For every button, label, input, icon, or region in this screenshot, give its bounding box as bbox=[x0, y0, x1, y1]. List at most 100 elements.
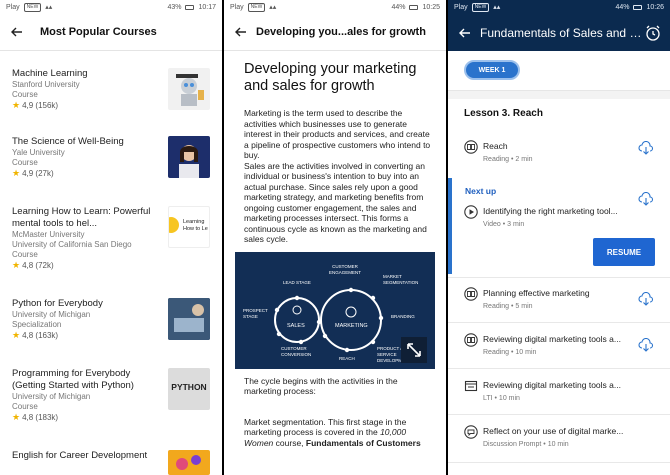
article-body: Developing your marketing and sales for … bbox=[224, 51, 446, 448]
course-item[interactable]: Learning How to Learn: Powerful mental t… bbox=[12, 206, 210, 271]
reading-screen: Play NEW ▴▴ 44% 10:25 Developing you...a… bbox=[224, 0, 446, 475]
page-title: Developing you...ales for growth bbox=[256, 26, 426, 38]
lesson-item[interactable]: Reviewing digital marketing tools a... R… bbox=[464, 332, 658, 366]
cloud-download-icon[interactable] bbox=[638, 192, 654, 206]
course-rating: ★ 4,8 (72k) bbox=[12, 260, 210, 271]
resume-button[interactable]: RESUME bbox=[593, 238, 655, 266]
battery-percent: 44% bbox=[615, 3, 630, 11]
status-time: 10:17 bbox=[198, 3, 216, 11]
pattern-icon bbox=[176, 455, 201, 470]
item-name: Reviewing digital marketing tools a... bbox=[483, 334, 621, 344]
section-divider bbox=[448, 91, 670, 99]
app-bar: Developing you...ales for growth bbox=[224, 14, 446, 51]
course-item[interactable]: English for Career Development bbox=[12, 450, 210, 475]
week-1-button[interactable]: WEEK 1 bbox=[464, 60, 520, 80]
diagram-label-sales: SALES bbox=[287, 322, 305, 329]
course-thumbnail bbox=[168, 68, 210, 110]
lesson-item-current[interactable]: Identifying the right marketing tool... … bbox=[464, 192, 658, 238]
signal-icon: ▴▴ bbox=[45, 4, 53, 11]
discussion-icon bbox=[464, 425, 478, 439]
signal-icon: ▴▴ bbox=[269, 4, 277, 11]
item-name: Reflect on your use of digital marke... bbox=[483, 426, 624, 436]
reading-icon bbox=[464, 287, 478, 301]
rating-text: 4,8 (183k) bbox=[22, 413, 59, 422]
yellow-circle-icon bbox=[169, 217, 179, 233]
divider bbox=[448, 322, 670, 323]
item-meta: Discussion Prompt • 10 min bbox=[483, 441, 569, 448]
battery-icon bbox=[633, 4, 643, 10]
item-name: Reviewing digital marketing tools a... bbox=[483, 380, 621, 390]
article-paragraph: Market segmentation. This first stage in… bbox=[244, 417, 432, 449]
alarm-button[interactable] bbox=[644, 24, 662, 42]
lesson-item[interactable]: Reach Reading • 2 min bbox=[464, 139, 658, 173]
status-play: Play bbox=[6, 3, 20, 11]
lesson-item[interactable]: Planning effective marketing Reading • 5… bbox=[464, 286, 658, 320]
status-chip: NEW bbox=[23, 2, 42, 12]
arrow-left-icon bbox=[11, 27, 22, 37]
week-selector: WEEK 1 bbox=[448, 51, 670, 91]
cloud-download-icon[interactable] bbox=[638, 292, 654, 306]
course-lessons-screen: Play NEW ▴▴ 44% 10:26 Fundamentals of Sa… bbox=[448, 0, 670, 475]
page-title: Most Popular Courses bbox=[40, 26, 157, 38]
alarm-clock-icon bbox=[646, 25, 660, 41]
battery-icon bbox=[409, 4, 419, 10]
para-text: course, bbox=[273, 437, 306, 448]
article-paragraph: The cycle begins with the activities in … bbox=[244, 375, 398, 397]
divider bbox=[448, 462, 670, 463]
divider bbox=[448, 414, 670, 415]
cloud-download-icon[interactable] bbox=[638, 338, 654, 352]
status-chip: NEW bbox=[247, 2, 266, 12]
course-rating: ★ 4,8 (183k) bbox=[12, 412, 210, 423]
course-item[interactable]: Machine Learning Stanford University Cou… bbox=[12, 68, 210, 111]
next-up-label: Next up bbox=[465, 186, 497, 196]
course-thumbnail bbox=[168, 136, 210, 178]
status-bar: Play NEW ▴▴ 44% 10:25 bbox=[224, 0, 446, 14]
item-name: Reach bbox=[483, 141, 508, 151]
battery-icon bbox=[185, 4, 195, 10]
rating-text: 4,8 (163k) bbox=[22, 331, 59, 340]
back-button[interactable] bbox=[232, 23, 250, 41]
portrait-icon bbox=[179, 145, 199, 178]
diagram-label: LEAD STAGE bbox=[283, 279, 311, 285]
diagram-label: MARKET SEGMENTATION bbox=[383, 273, 419, 285]
course-item[interactable]: The Science of Well-Being Yale Universit… bbox=[12, 136, 210, 179]
item-name: Identifying the right marketing tool... bbox=[483, 206, 618, 216]
item-name: Planning effective marketing bbox=[483, 288, 590, 298]
status-time: 10:26 bbox=[646, 3, 664, 11]
para-link[interactable]: Fundamentals of Customers bbox=[306, 438, 421, 448]
cloud-download-icon[interactable] bbox=[638, 141, 654, 155]
status-bar: Play NEW ▴▴ 43% 10:17 bbox=[0, 0, 222, 14]
article-paragraph: Marketing is the term used to describe t… bbox=[244, 108, 431, 160]
star-icon: ★ bbox=[12, 330, 21, 340]
most-popular-courses-screen: Play NEW ▴▴ 43% 10:17 Most Popular Cours… bbox=[0, 0, 222, 475]
thumb-text: Learning How to Le bbox=[183, 219, 208, 232]
rating-text: 4,8 (72k) bbox=[22, 261, 54, 270]
expand-button[interactable] bbox=[401, 336, 427, 363]
course-item[interactable]: Programming for Everybody (Getting Start… bbox=[12, 368, 210, 423]
diagram-label-marketing: MARKETING bbox=[335, 322, 368, 329]
course-item[interactable]: Python for Everybody University of Michi… bbox=[12, 298, 210, 341]
lesson-item[interactable]: Reflect on your use of digital marke... … bbox=[464, 424, 658, 458]
back-button[interactable] bbox=[8, 23, 26, 41]
item-meta: Reading • 10 min bbox=[483, 349, 537, 356]
back-button[interactable] bbox=[456, 24, 474, 42]
battery-percent: 44% bbox=[391, 3, 406, 11]
divider bbox=[448, 368, 670, 369]
diagram-label: REACH bbox=[339, 355, 355, 361]
page-title: Fundamentals of Sales and Mar... bbox=[480, 25, 644, 40]
divider bbox=[448, 277, 670, 278]
item-meta: Reading • 2 min bbox=[483, 156, 533, 163]
lesson-item[interactable]: Reviewing digital marketing tools a... L… bbox=[464, 378, 658, 412]
battery-percent: 43% bbox=[167, 3, 182, 11]
diagram-label: PROSPECT STAGE bbox=[243, 307, 268, 319]
star-icon: ★ bbox=[12, 412, 21, 422]
star-icon: ★ bbox=[12, 168, 21, 178]
diagram-label: CUSTOMER ENGAGEMENT bbox=[328, 263, 361, 275]
article-paragraph: Sales are the activities involved in con… bbox=[244, 160, 427, 245]
item-meta: Reading • 5 min bbox=[483, 303, 533, 310]
expand-icon bbox=[407, 342, 421, 357]
arrow-left-icon bbox=[235, 27, 246, 37]
play-video-icon bbox=[464, 205, 478, 219]
next-up-card: Next up Identifying the right marketing … bbox=[448, 178, 670, 274]
thumb-text: PYTHON bbox=[171, 382, 207, 392]
